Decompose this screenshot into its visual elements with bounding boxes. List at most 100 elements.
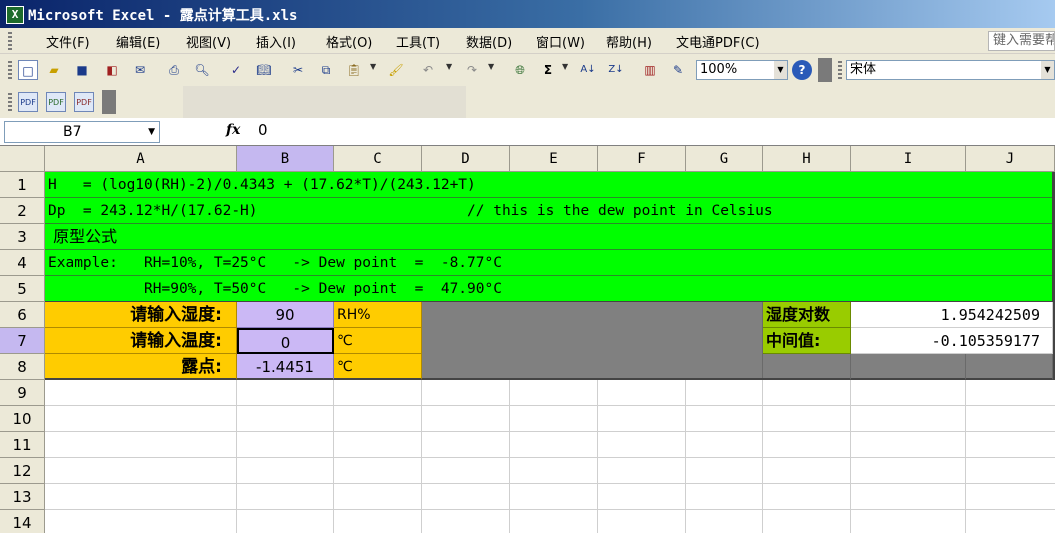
pdf-toolbar-grip-icon[interactable]	[8, 93, 12, 111]
empty-cells[interactable]	[45, 380, 1055, 533]
autosum-dropdown-icon[interactable]: ▼	[562, 62, 568, 71]
paste-dropdown-icon[interactable]: ▼	[370, 62, 376, 71]
sort-ascending-icon[interactable]: A↓	[578, 60, 598, 80]
name-box-dropdown-icon[interactable]: ▼	[148, 122, 155, 142]
toolbar-grip-icon[interactable]	[8, 61, 12, 79]
menu-edit[interactable]: 编辑(E)	[116, 32, 160, 51]
menu-tools[interactable]: 工具(T)	[396, 32, 440, 51]
column-header-e[interactable]: E	[510, 146, 598, 172]
row-header-14[interactable]: 14	[0, 510, 45, 533]
formula-line-dp: Dp = 243.12*H/(17.62-H) // this is the d…	[48, 203, 773, 219]
menu-help[interactable]: 帮助(H)	[606, 32, 652, 51]
spelling-icon[interactable]: ✓	[226, 60, 246, 80]
font-value: 宋体	[850, 62, 877, 77]
paste-icon[interactable]: 📋︎	[344, 60, 364, 80]
row-header-3[interactable]: 3	[0, 224, 45, 250]
column-header-a[interactable]: A	[45, 146, 237, 172]
gray-cell-i8[interactable]	[851, 354, 966, 380]
menu-window[interactable]: 窗口(W)	[536, 32, 585, 51]
row-header-13[interactable]: 13	[0, 484, 45, 510]
new-file-icon[interactable]: □	[18, 60, 38, 80]
row-header-8[interactable]: 8	[0, 354, 45, 380]
example-line-1: Example: RH=10%, T=25°C -> Dew point = -…	[48, 255, 502, 271]
copy-icon[interactable]: ⧉	[316, 60, 336, 80]
menu-format[interactable]: 格式(O)	[326, 32, 372, 51]
insert-function-icon[interactable]: fx	[226, 122, 240, 138]
cut-icon[interactable]: ✂	[288, 60, 308, 80]
format-toolbar-grip-icon[interactable]	[838, 61, 842, 79]
dew-point-unit: ℃	[334, 354, 422, 380]
temperature-input[interactable]: 0	[237, 328, 334, 354]
column-header-g[interactable]: G	[686, 146, 763, 172]
pdf-toolbar-options-icon[interactable]	[102, 90, 116, 114]
select-all-corner[interactable]	[0, 146, 45, 172]
hyperlink-icon[interactable]: 🌐︎	[510, 60, 530, 80]
zoom-value: 100%	[700, 62, 738, 77]
humidity-log-value[interactable]: 1.954242509	[851, 302, 1053, 328]
help-search-input[interactable]: 键入需要帮	[988, 31, 1055, 51]
font-dropdown-icon[interactable]: ▼	[1041, 61, 1054, 79]
row-header-2[interactable]: 2	[0, 198, 45, 224]
help-icon[interactable]: ?	[792, 60, 812, 80]
zoom-select[interactable]: 100% ▼	[696, 60, 788, 80]
row-header-5[interactable]: 5	[0, 276, 45, 302]
print-icon[interactable]: ⎙	[164, 60, 184, 80]
print-preview-icon[interactable]: 🔍︎	[192, 60, 212, 80]
sort-descending-icon[interactable]: Z↓	[606, 60, 626, 80]
row-header-10[interactable]: 10	[0, 406, 45, 432]
open-folder-icon[interactable]: ▰	[44, 60, 64, 80]
excel-app-icon: X	[6, 6, 24, 24]
intermediate-value[interactable]: -0.105359177	[851, 328, 1053, 354]
undo-dropdown-icon[interactable]: ▼	[446, 62, 452, 71]
column-header-b[interactable]: B	[237, 146, 334, 172]
column-header-i[interactable]: I	[851, 146, 966, 172]
autosum-icon[interactable]: Σ	[538, 60, 558, 80]
drawing-icon[interactable]: ✎	[668, 60, 688, 80]
column-header-j[interactable]: J	[966, 146, 1055, 172]
row-header-9[interactable]: 9	[0, 380, 45, 406]
name-box[interactable]: B7 ▼	[4, 121, 160, 143]
redo-dropdown-icon[interactable]: ▼	[488, 62, 494, 71]
title-bar: X Microsoft Excel - 露点计算工具.xls	[0, 0, 1055, 28]
column-header-f[interactable]: F	[598, 146, 686, 172]
column-header-h[interactable]: H	[763, 146, 851, 172]
save-icon[interactable]: ■	[72, 60, 92, 80]
email-icon[interactable]: ✉	[130, 60, 150, 80]
pdf-email-icon[interactable]: PDF	[74, 92, 94, 112]
menu-pdf[interactable]: 文电通PDF(C)	[676, 32, 760, 51]
menu-data[interactable]: 数据(D)	[466, 32, 512, 51]
column-header-d[interactable]: D	[422, 146, 510, 172]
row-header-1[interactable]: 1	[0, 172, 45, 198]
humidity-input[interactable]: 90	[237, 302, 334, 328]
column-header-c[interactable]: C	[334, 146, 422, 172]
font-select[interactable]: 宋体 ▼	[846, 60, 1055, 80]
menu-file[interactable]: 文件(F)	[46, 32, 90, 51]
humidity-log-label: 湿度对数	[763, 302, 851, 328]
toolbar-options-icon[interactable]	[818, 58, 832, 82]
worksheet-grid[interactable]: A B C D E F G H I J 1 2 3 4 5 6 7 8 9 10…	[0, 146, 1055, 533]
pdf-settings-icon[interactable]: PDF	[46, 92, 66, 112]
menu-insert[interactable]: 插入(I)	[256, 32, 296, 51]
format-painter-icon[interactable]: 🖌︎	[386, 60, 406, 80]
gray-cell-h8[interactable]	[763, 354, 851, 380]
permission-icon[interactable]: ◧	[102, 60, 122, 80]
gray-cell-j8[interactable]	[966, 354, 1053, 380]
create-pdf-icon[interactable]: PDF	[18, 92, 38, 112]
prototype-formula-label: 原型公式	[48, 227, 118, 246]
menu-grip-icon[interactable]	[8, 32, 12, 50]
research-icon[interactable]: 📖︎	[254, 60, 274, 80]
gray-block[interactable]	[422, 302, 763, 380]
zoom-dropdown-icon[interactable]: ▼	[774, 61, 787, 79]
redo-icon[interactable]: ↷	[462, 60, 482, 80]
undo-icon[interactable]: ↶	[418, 60, 438, 80]
menu-view[interactable]: 视图(V)	[186, 32, 231, 51]
formula-input[interactable]: 0	[258, 121, 268, 139]
row-header-6[interactable]: 6	[0, 302, 45, 328]
window-title: Microsoft Excel - 露点计算工具.xls	[28, 8, 298, 24]
row-header-4[interactable]: 4	[0, 250, 45, 276]
row-header-12[interactable]: 12	[0, 458, 45, 484]
row-header-7[interactable]: 7	[0, 328, 45, 354]
dew-point-value[interactable]: -1.4451	[237, 354, 334, 380]
row-header-11[interactable]: 11	[0, 432, 45, 458]
chart-wizard-icon[interactable]: ▥	[640, 60, 660, 80]
